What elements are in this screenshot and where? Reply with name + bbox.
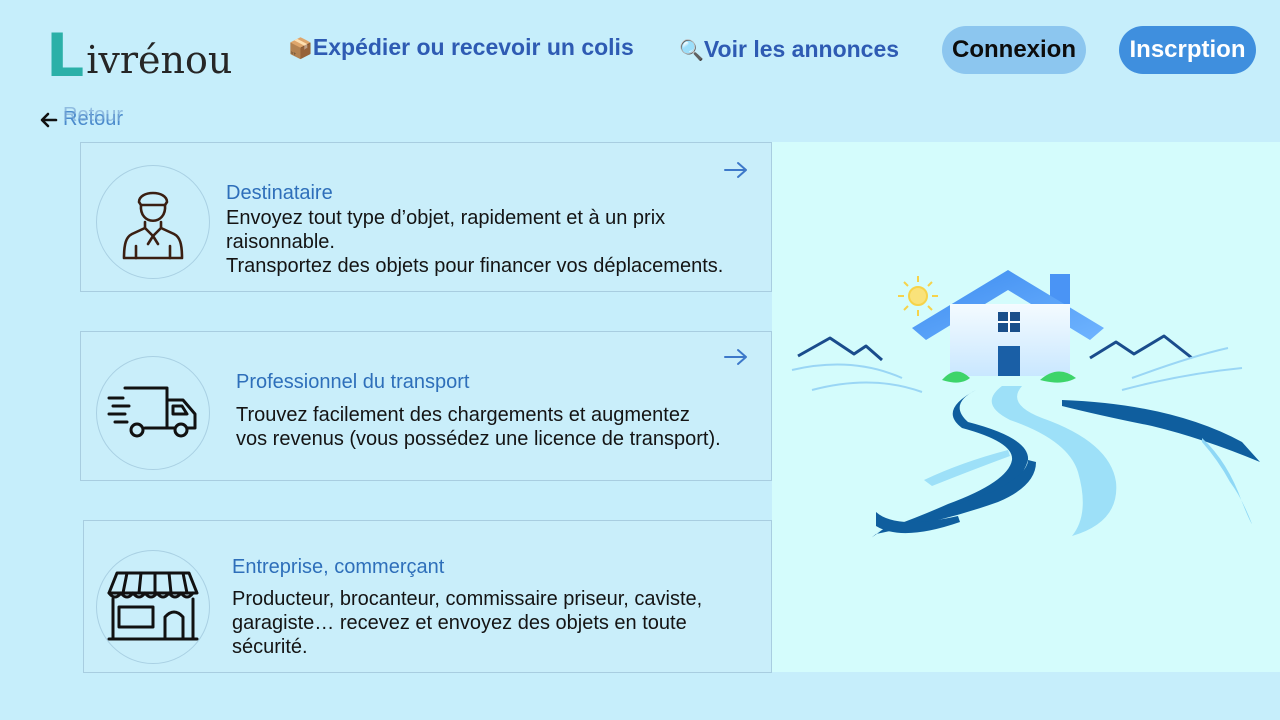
card-transport-line: Trouvez facilement des chargements et au… xyxy=(236,404,690,426)
nav-ship-parcel-link[interactable]: 📦Expédier ou recevoir un colis xyxy=(288,34,634,61)
package-icon: 📦 xyxy=(288,38,313,60)
back-link[interactable]: Retour Retour xyxy=(40,104,123,131)
nav-ads-label: Voir les annonces xyxy=(703,36,900,62)
card-transport-line: vos revenus (vous possédez une licence d… xyxy=(236,428,721,450)
delivery-truck-icon xyxy=(107,386,197,438)
sun-icon xyxy=(898,276,938,316)
card-business[interactable]: Entreprise, commerçant Producteur, broca… xyxy=(83,520,772,673)
card-transport-pro[interactable]: Professionnel du transport Trouvez facil… xyxy=(80,331,772,481)
house-road-illustration xyxy=(791,270,1260,538)
header: L ivrénou 📦Expédier ou recevoir un colis… xyxy=(0,0,1280,100)
back-label-wrap: Retour Retour xyxy=(63,104,123,131)
magnifier-icon: 🔍 xyxy=(679,40,704,62)
card-transport-icon-circle xyxy=(96,356,210,470)
card-business-icon-circle xyxy=(96,550,210,664)
road-shape xyxy=(872,386,1260,538)
back-label-shadow: Retour xyxy=(63,104,124,126)
arrow-left-icon xyxy=(40,112,58,127)
nav-view-ads-link[interactable]: 🔍Voir les annonces xyxy=(679,36,899,63)
login-button[interactable]: Connexion xyxy=(942,26,1086,74)
person-icon xyxy=(122,191,184,260)
card-recipient-icon-circle xyxy=(96,165,210,279)
arrow-right-icon[interactable] xyxy=(723,347,749,367)
card-business-description: Producteur, brocanteur, commissaire pris… xyxy=(232,587,702,659)
card-business-title: Entreprise, commerçant xyxy=(232,556,445,578)
card-transport-description: Trouvez facilement des chargements et au… xyxy=(236,403,721,451)
signup-button[interactable]: Inscrption xyxy=(1119,26,1256,74)
storefront-icon xyxy=(107,571,199,641)
card-recipient-title: Destinataire xyxy=(226,182,333,204)
card-recipient-line: Transportez des objets pour financer vos… xyxy=(226,255,724,277)
card-business-line: sécurité. xyxy=(232,636,308,658)
hero-illustration xyxy=(772,142,1280,672)
house-icon xyxy=(912,270,1104,383)
logo-text: ivrénou xyxy=(86,38,233,82)
card-business-line: Producteur, brocanteur, commissaire pris… xyxy=(232,588,703,610)
card-recipient-line: raisonnable. xyxy=(226,231,335,253)
card-recipient-description: Envoyez tout type d’objet, rapidement et… xyxy=(226,206,723,278)
nav-ship-label: Expédier ou recevoir un colis xyxy=(312,34,634,60)
card-recipient-line: Envoyez tout type d’objet, rapidement et… xyxy=(226,207,666,229)
logo-letter: L xyxy=(46,21,85,91)
card-transport-title: Professionnel du transport xyxy=(236,371,470,393)
card-recipient[interactable]: Destinataire Envoyez tout type d’objet, … xyxy=(80,142,772,292)
arrow-right-icon[interactable] xyxy=(723,160,749,180)
logo[interactable]: L ivrénou xyxy=(46,20,233,91)
card-business-line: garagiste… recevez et envoyez des objets… xyxy=(232,612,687,634)
